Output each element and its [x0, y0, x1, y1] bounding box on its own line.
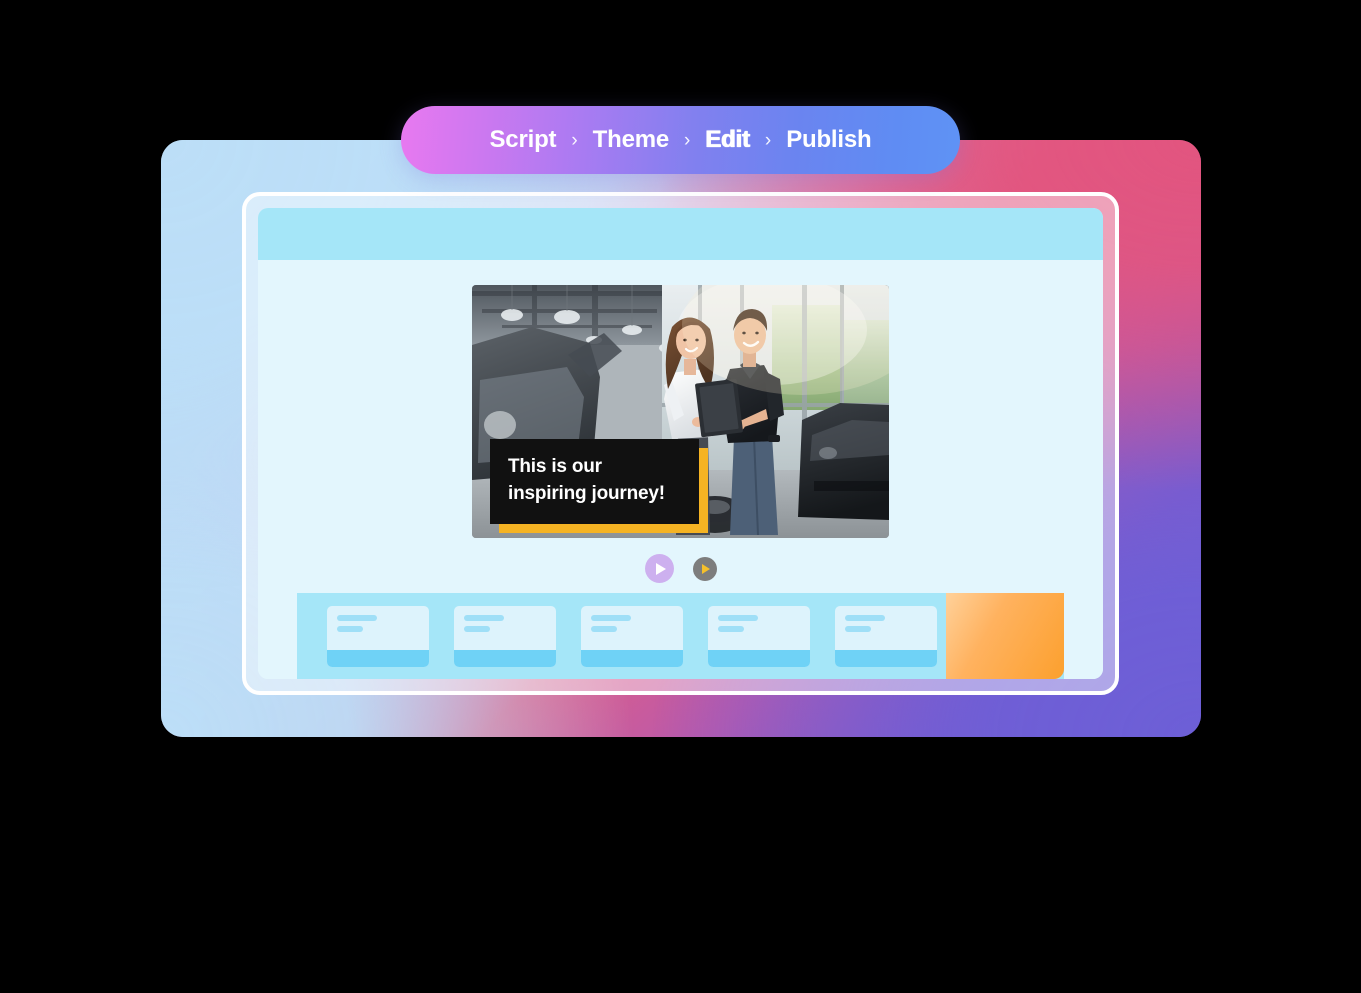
clip-thumbnail — [835, 606, 937, 650]
clip-duration-bar — [327, 649, 429, 667]
clip-placeholder-line — [718, 614, 758, 621]
clip-thumbnail — [581, 606, 683, 650]
play-button-primary[interactable] — [644, 554, 674, 583]
caption-text-box: This is our inspiring journey! — [490, 438, 699, 524]
add-clip-highlight[interactable] — [946, 593, 1064, 679]
chevron-right-icon: › — [684, 129, 691, 151]
editor-body: This is our inspiring journey! — [258, 260, 1103, 679]
clip-placeholder-line — [845, 625, 871, 632]
caption-line-1: This is our — [508, 455, 602, 477]
breadcrumb-step-script[interactable]: Script — [490, 126, 557, 154]
breadcrumb-step-publish[interactable]: Publish — [786, 126, 871, 154]
editor-window: This is our inspiring journey! — [258, 208, 1103, 679]
timeline-clip[interactable] — [581, 605, 683, 667]
tablet-prop — [695, 378, 743, 438]
caption-overlay[interactable]: This is our inspiring journey! — [490, 438, 708, 533]
clip-thumbnail — [708, 606, 810, 650]
clip-thumbnail — [327, 606, 429, 650]
clip-placeholder-line — [845, 614, 885, 621]
playback-controls — [644, 554, 717, 583]
clip-placeholder-line — [718, 625, 744, 632]
clip-duration-bar — [454, 649, 556, 667]
editor-window-frame: This is our inspiring journey! — [242, 192, 1119, 695]
play-button-secondary[interactable] — [692, 556, 717, 581]
chevron-right-icon: › — [764, 129, 772, 151]
timeline-clip[interactable] — [708, 605, 810, 667]
editor-titlebar — [258, 208, 1103, 260]
play-icon — [702, 563, 710, 574]
clip-placeholder-line — [337, 614, 377, 621]
caption-line-2: inspiring journey! — [508, 483, 665, 505]
timeline-strip[interactable] — [297, 593, 1064, 679]
clip-duration-bar — [708, 649, 810, 667]
clip-thumbnail — [454, 606, 556, 650]
timeline-clip[interactable] — [454, 605, 556, 667]
clip-duration-bar — [835, 649, 937, 667]
clip-placeholder-line — [337, 625, 363, 632]
timeline-clip[interactable] — [327, 605, 429, 667]
clip-placeholder-line — [464, 614, 504, 621]
breadcrumb: Script › Theme › Edit › Publish — [401, 106, 960, 174]
video-preview[interactable]: This is our inspiring journey! — [472, 285, 889, 538]
clip-placeholder-line — [464, 625, 490, 632]
breadcrumb-step-edit[interactable]: Edit — [705, 126, 750, 154]
clip-placeholder-line — [591, 614, 631, 621]
timeline-clip[interactable] — [835, 605, 937, 667]
clip-placeholder-line — [591, 625, 617, 632]
breadcrumb-step-theme[interactable]: Theme — [593, 126, 670, 154]
chevron-right-icon: › — [571, 129, 578, 151]
play-icon — [655, 562, 666, 575]
clip-duration-bar — [581, 649, 683, 667]
